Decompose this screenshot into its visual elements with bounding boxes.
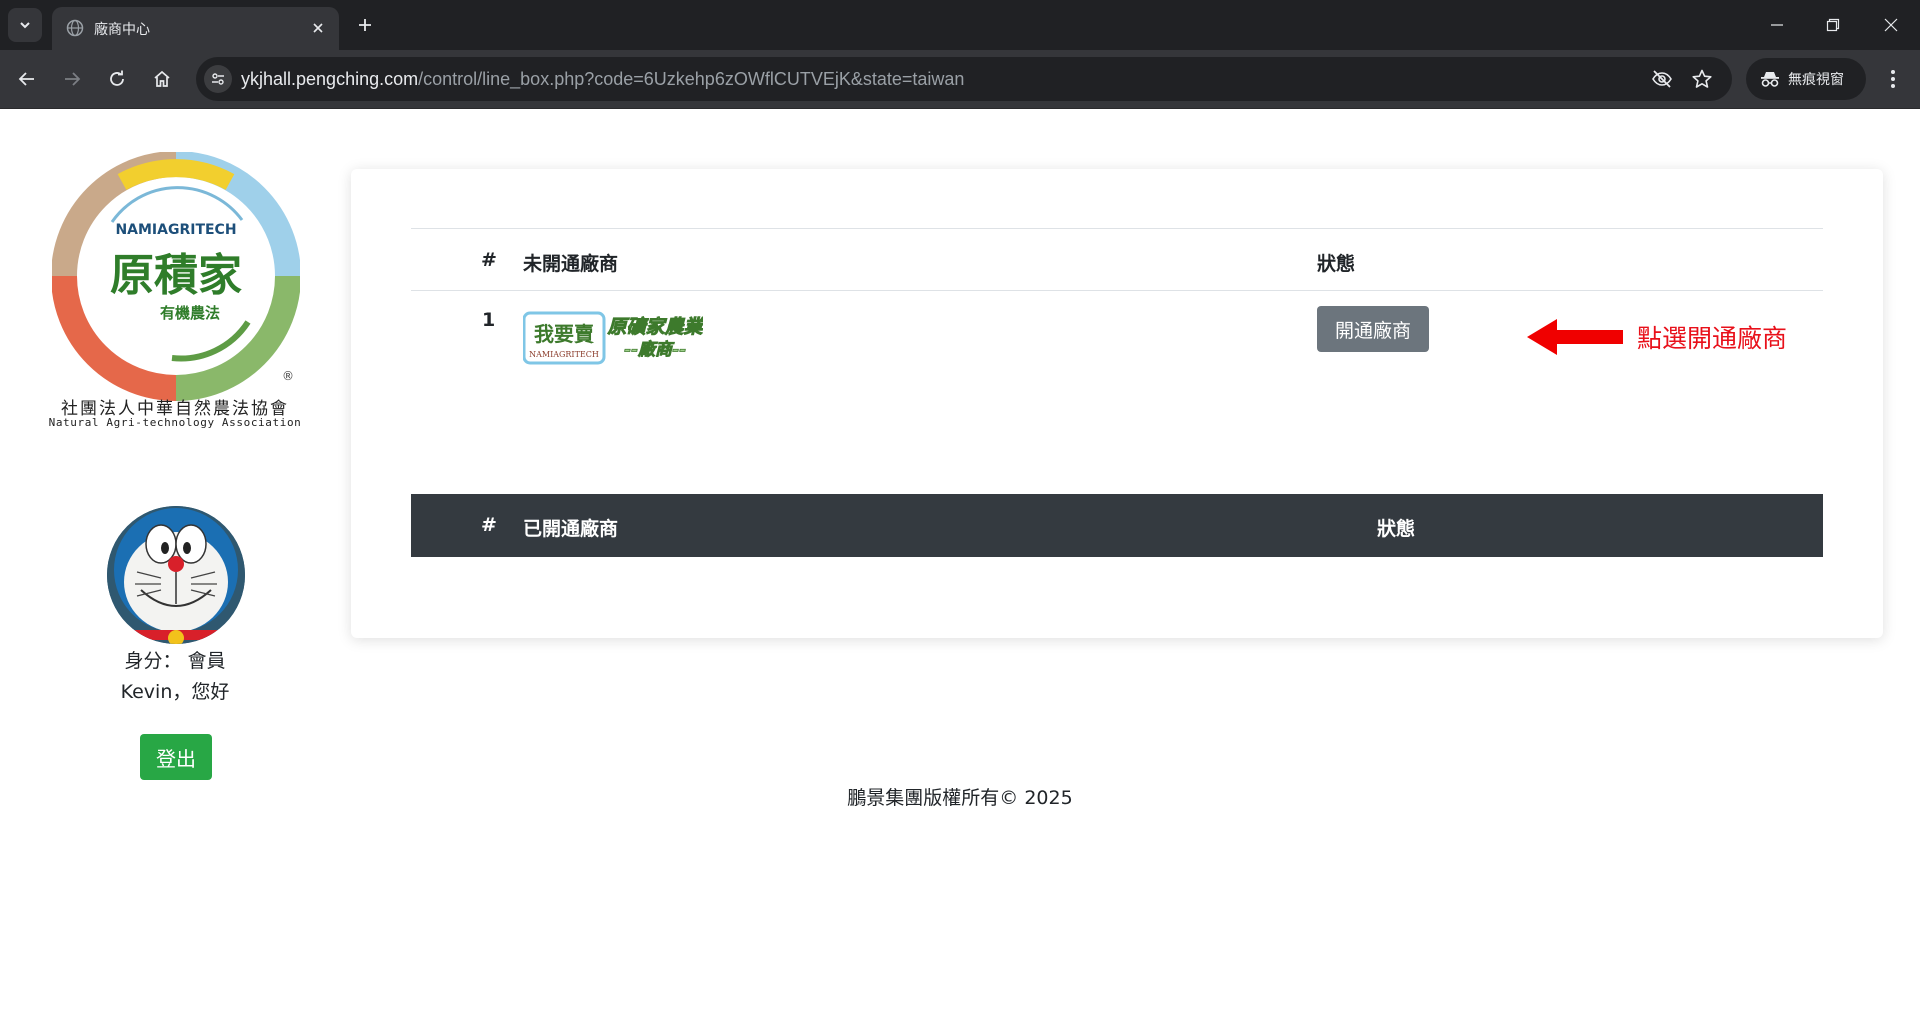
logo-text-main: 原積家 [110,250,242,301]
home-icon[interactable] [147,64,177,94]
logo-registered: ® [282,369,294,383]
vendor-logo-image: 我要賣 NAMIAGRITECH 原礦家農業 --廠商-- [523,311,703,365]
unopened-table-header: # 未開通廠商 狀態 [411,228,1823,291]
incognito-indicator[interactable]: 無痕視窗 [1746,58,1866,100]
col-header-vendor: 未開通廠商 [523,253,619,275]
incognito-label: 無痕視窗 [1788,72,1844,88]
new-tab-icon[interactable] [352,12,378,38]
opened-vendor-table-header: # 已開通廠商 狀態 [411,494,1823,557]
col-header-status: 狀態 [1317,253,1356,275]
minimize-icon[interactable] [1764,12,1790,38]
red-arrow-left-icon [1527,319,1623,355]
vendor-badge-text: 我要賣 [534,322,595,346]
bookmark-star-icon[interactable] [1690,67,1714,91]
sidebar: NAMIAGRITECH 原積家 有機農法 ® 社團法人中華自然農法協會 Nat… [0,110,350,1020]
reload-icon[interactable] [102,64,132,94]
vendor-name-line2: --廠商-- [624,339,686,360]
chevron-down-icon [20,22,30,29]
user-greeting: Kevin，您好 [120,681,230,703]
col-header-num: # [481,514,497,536]
tab-search-button[interactable] [8,8,42,42]
vendor-badge-sub: NAMIAGRITECH [529,350,599,359]
annotation-text: 點選開通廠商 [1637,324,1788,353]
tab-close-icon[interactable] [307,17,329,39]
org-name-en: Natural Agri-technology Association [48,416,302,429]
avatar [107,506,245,644]
restore-icon[interactable] [1820,12,1846,38]
url-host: ykjhall.pengching.com [241,69,419,89]
browser-tab-active[interactable]: 廠商中心 [52,7,339,50]
member-identity: 身分： 會員 [124,650,226,672]
logo-text-sub: 有機農法 [160,304,220,322]
browser-tab-bar: 廠商中心 [0,0,1920,50]
unopened-vendor-table: # 未開通廠商 狀態 1 我要賣 NAMIAGRITECH 原礦家農業 --廠商… [411,228,1823,387]
vendor-name-line1: 原礦家農業 [606,316,703,338]
incognito-icon [1761,72,1779,87]
logo-text-en: NAMIAGRITECH [115,222,236,238]
col-header-vendor: 已開通廠商 [523,518,619,540]
activate-vendor-button[interactable]: 開通廠商 [1317,306,1429,352]
more-menu-icon[interactable] [1878,64,1908,94]
tab-title: 廠商中心 [94,22,150,38]
association-logo: NAMIAGRITECH 原積家 有機農法 ® [52,152,300,401]
address-bar[interactable]: ykjhall.pengching.com/control/line_box.p… [196,57,1732,101]
eye-off-icon[interactable] [1650,67,1674,91]
col-header-num: # [481,249,497,271]
site-info-icon[interactable] [204,65,232,93]
forward-icon[interactable] [57,64,87,94]
back-icon[interactable] [12,64,42,94]
window-close-icon[interactable] [1878,12,1904,38]
table-row: 1 我要賣 NAMIAGRITECH 原礦家農業 --廠商-- 開通廠商 點選開… [411,291,1823,387]
browser-toolbar: ykjhall.pengching.com/control/line_box.p… [0,50,1920,109]
vendor-card: # 未開通廠商 狀態 1 我要賣 NAMIAGRITECH 原礦家農業 --廠商… [351,169,1883,638]
doraemon-avatar-image [107,506,245,644]
col-header-status: 狀態 [1377,518,1416,540]
url-path: /control/line_box.php?code=6Uzkehp6zOWfl… [418,69,965,89]
url-text: ykjhall.pengching.com/control/line_box.p… [241,69,964,90]
logout-button[interactable]: 登出 [140,734,212,780]
row-number: 1 [482,309,496,331]
globe-icon [66,19,84,37]
copyright-footer: 鵬景集團版權所有© 2025 [847,787,1073,809]
page-content: NAMIAGRITECH 原積家 有機農法 ® 社團法人中華自然農法協會 Nat… [0,110,1920,1020]
